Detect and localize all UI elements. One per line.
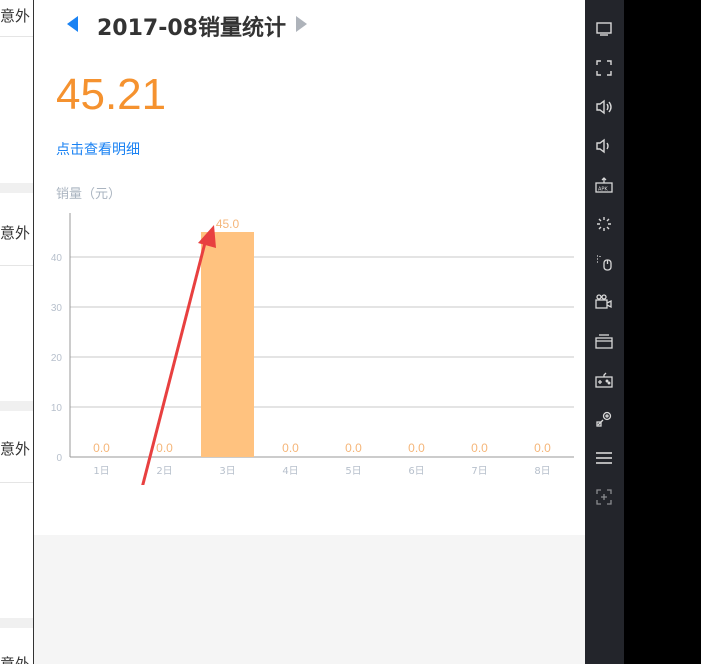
background-list: 意外 意外 意外 意外 bbox=[0, 0, 34, 664]
divider bbox=[0, 618, 33, 628]
list-item: 意外 bbox=[0, 7, 31, 25]
window-icon[interactable] bbox=[593, 18, 615, 40]
x-tick-label: 2日 bbox=[156, 466, 172, 477]
y-axis-unit-label: 销量（元） bbox=[56, 187, 122, 202]
prev-month-icon[interactable] bbox=[67, 16, 78, 32]
bar bbox=[201, 232, 254, 457]
data-label: 0.0 bbox=[345, 441, 362, 455]
fullscreen-icon[interactable] bbox=[593, 57, 615, 79]
bottom-empty-area bbox=[34, 535, 585, 664]
sales-stats-panel: 2017-08销量统计 45.21 点击查看明细 销量（元） 0 10 20 30 40… bbox=[34, 0, 585, 664]
list-item: 意外 bbox=[0, 224, 31, 242]
y-tick-label: 10 bbox=[51, 403, 63, 414]
add-icon[interactable] bbox=[593, 486, 615, 508]
divider bbox=[0, 36, 33, 37]
volume-down-icon[interactable] bbox=[593, 135, 615, 157]
location-icon[interactable] bbox=[593, 408, 615, 430]
data-label: 45.0 bbox=[216, 217, 240, 231]
loading-icon[interactable] bbox=[593, 213, 615, 235]
x-tick-label: 6日 bbox=[408, 466, 424, 477]
divider bbox=[0, 401, 33, 411]
data-label: 0.0 bbox=[534, 441, 551, 455]
data-label: 0.0 bbox=[471, 441, 488, 455]
emulator-toolbar: APK bbox=[585, 0, 624, 664]
apk-install-icon[interactable]: APK bbox=[593, 174, 615, 196]
menu-icon[interactable] bbox=[593, 447, 615, 469]
data-label: 0.0 bbox=[156, 441, 173, 455]
x-tick-label: 1日 bbox=[93, 466, 109, 477]
divider bbox=[0, 183, 33, 193]
y-tick-label: 20 bbox=[51, 353, 63, 364]
divider bbox=[0, 265, 33, 266]
x-tick-label: 5日 bbox=[345, 466, 361, 477]
x-tick-label: 3日 bbox=[219, 466, 235, 477]
x-tick-label: 4日 bbox=[282, 466, 298, 477]
x-tick-label: 8日 bbox=[534, 466, 550, 477]
data-label: 0.0 bbox=[93, 441, 110, 455]
y-tick-label: 0 bbox=[56, 453, 62, 464]
list-item: 意外 bbox=[0, 440, 31, 458]
annotation-arrow-head bbox=[198, 225, 216, 248]
header: 2017-08销量统计 bbox=[34, 0, 585, 50]
divider bbox=[0, 482, 33, 483]
page-title: 2017-08销量统计 bbox=[97, 16, 286, 41]
y-tick-label: 40 bbox=[51, 253, 63, 264]
video-camera-icon[interactable] bbox=[593, 291, 615, 313]
view-detail-link[interactable]: 点击查看明细 bbox=[56, 139, 140, 159]
black-margin bbox=[624, 0, 701, 664]
list-item: 意外 bbox=[0, 655, 31, 664]
volume-up-icon[interactable] bbox=[593, 96, 615, 118]
y-tick-label: 30 bbox=[51, 303, 63, 314]
data-label: 0.0 bbox=[282, 441, 299, 455]
total-sales-value: 45.21 bbox=[56, 70, 167, 119]
x-tick-label: 7日 bbox=[471, 466, 487, 477]
mouse-icon[interactable] bbox=[593, 252, 615, 274]
next-month-icon[interactable] bbox=[296, 16, 307, 32]
screenshot-icon[interactable] bbox=[593, 330, 615, 352]
data-label: 0.0 bbox=[408, 441, 425, 455]
gamepad-icon[interactable] bbox=[593, 369, 615, 391]
sales-bar-chart: 0 10 20 30 40 0.0 1日 0.0 2日 45.0 3日 0.0 4日 0.0 5日 0.0 6日… bbox=[51, 213, 574, 485]
svg-text:APK: APK bbox=[598, 187, 608, 193]
